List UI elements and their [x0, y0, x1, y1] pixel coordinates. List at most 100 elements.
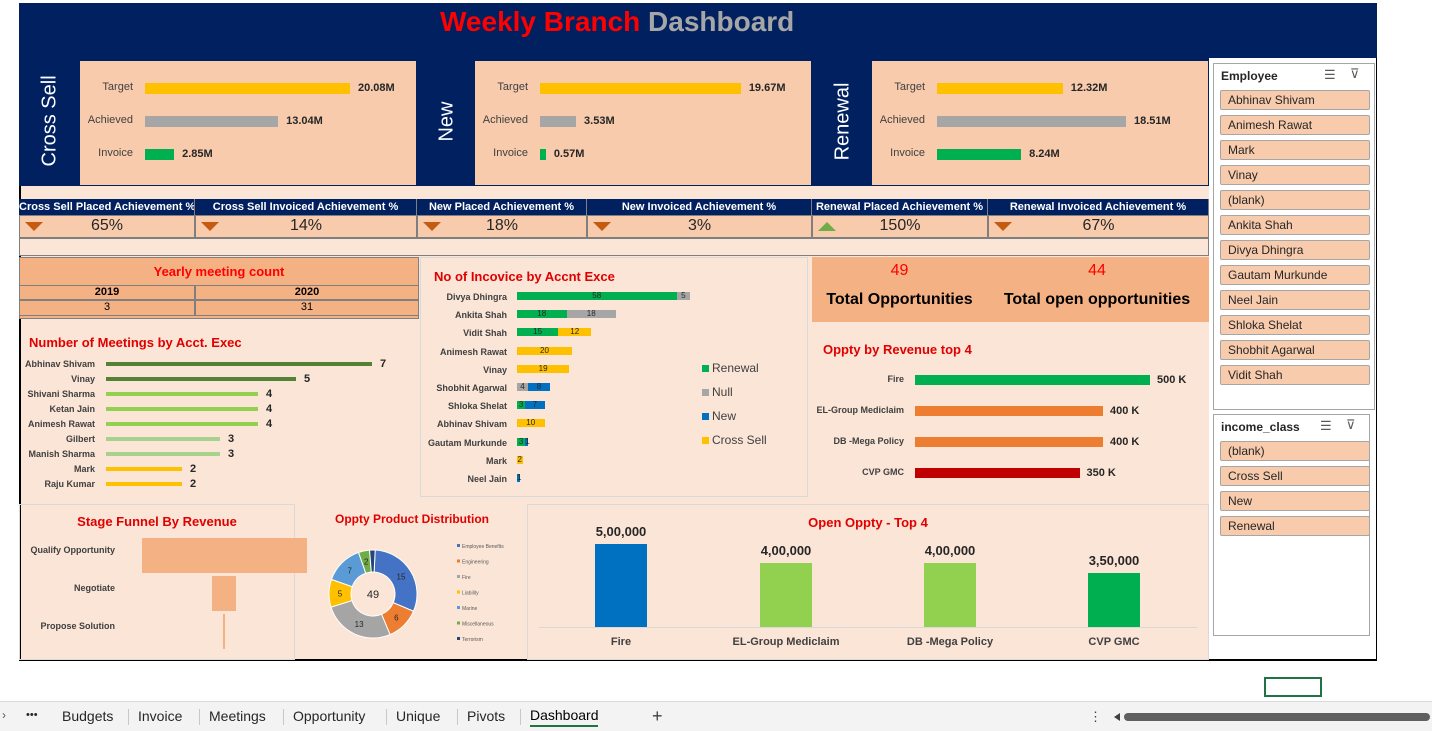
invoice-name: Ankita Shah — [454, 310, 507, 321]
meetings-chart: Abhinav Shivam 7 Vinay 5 Shivani Sharma 4 Keta… — [19, 355, 419, 495]
donut-legend-swatch — [457, 575, 460, 578]
meeting-value: 4 — [266, 418, 273, 430]
oppty-value: 400 K — [1110, 436, 1140, 448]
donut-slice-label: 6 — [394, 613, 399, 622]
add-sheet-icon[interactable]: + — [652, 706, 663, 727]
oppty-name: DB -Mega Policy — [833, 436, 904, 446]
donut-legend-label: Liability — [462, 591, 479, 597]
income-slicer-item[interactable]: New — [1220, 491, 1370, 511]
oppty-value: 500 K — [1157, 374, 1187, 386]
renewal-target-value: 12.32M — [1070, 82, 1108, 94]
tab-separator — [520, 709, 521, 725]
invoice-segment: 2 — [517, 455, 523, 464]
tab-separator — [128, 709, 129, 725]
invoice-segment-label: 18 — [537, 309, 547, 319]
yearly-meeting-title: Yearly meeting count — [153, 264, 285, 279]
tab-pivots[interactable]: Pivots — [467, 708, 505, 724]
employee-slicer-item[interactable]: Gautam Murkunde — [1220, 265, 1370, 285]
tab-unique[interactable]: Unique — [396, 708, 440, 724]
meeting-name: Gilbert — [65, 434, 95, 444]
employee-slicer-item[interactable]: Shobhit Agarwal — [1220, 340, 1370, 360]
tab-invoice[interactable]: Invoice — [138, 708, 182, 724]
meeting-bar — [106, 362, 372, 366]
tab-budgets[interactable]: Budgets — [62, 708, 113, 724]
renewal-achieved-label: Achieved — [879, 114, 925, 126]
top4-value: 5,00,000 — [595, 523, 647, 539]
employee-slicer-item[interactable]: Divya Dhingra — [1220, 240, 1370, 260]
title-part2: Dashboard — [648, 6, 795, 37]
employee-slicer: Employee ☰ ⊽ Abhinav Shivam Animesh Rawat… — [1213, 63, 1375, 410]
meeting-name: Mark — [73, 464, 95, 474]
donut-slice-label: 15 — [397, 572, 406, 581]
income-slicer-item[interactable]: Renewal — [1220, 516, 1370, 536]
oppty-name: Fire — [887, 374, 904, 384]
scrollbar-thumb[interactable] — [1124, 713, 1430, 721]
donut-legend-label: Employee Benefits — [462, 544, 504, 550]
donut-legend-label: Miscellaneous — [462, 622, 494, 628]
oppty-name: CVP GMC — [862, 467, 904, 477]
invoice-segment-label: 3 — [518, 436, 524, 446]
employee-slicer-item[interactable]: Shloka Shelat — [1220, 315, 1370, 335]
funnel-stage-bar — [223, 614, 225, 649]
income-slicer-item[interactable]: (blank) — [1220, 441, 1370, 461]
multi-select-icon[interactable]: ☰ — [1324, 67, 1336, 83]
cross_sell-target-bar — [145, 83, 350, 94]
new-vertical-label: New — [435, 101, 458, 142]
employee-slicer-item[interactable]: Ankita Shah — [1220, 215, 1370, 235]
donut-legend-swatch — [457, 606, 460, 609]
employee-slicer-item[interactable]: Vinay — [1220, 165, 1370, 185]
tab-more-icon[interactable]: ••• — [26, 709, 38, 721]
invoice-segment-label: 1 — [525, 436, 530, 446]
funnel-stage-name: Propose Solution — [40, 621, 115, 631]
income-slicer-item[interactable]: Cross Sell — [1220, 466, 1370, 486]
employee-slicer-item[interactable]: Mark — [1220, 140, 1370, 160]
invoice-name: Vinay — [483, 364, 507, 375]
scroll-left-arrow-icon[interactable] — [1114, 713, 1120, 721]
oppty-name: EL-Group Mediclaim — [816, 405, 904, 415]
selected-cell[interactable] — [1264, 677, 1322, 697]
funnel-title: Stage Funnel By Revenue — [77, 514, 237, 529]
cross_sell-target-value: 20.08M — [358, 82, 395, 94]
employee-slicer-item[interactable]: Abhinav Shivam — [1220, 90, 1370, 110]
kpi-value-2: 18% — [485, 217, 519, 234]
invoice-segment: 7 — [525, 400, 545, 410]
meeting-name: Manish Sharma — [28, 449, 95, 459]
tab-scroll-left-icon[interactable]: › — [2, 708, 6, 722]
invoice-segment-label: 19 — [538, 363, 548, 373]
tab-dashboard[interactable]: Dashboard — [530, 707, 599, 723]
invoice-name: Mark — [485, 455, 507, 466]
employee-slicer-item[interactable]: Vidit Shah — [1220, 365, 1370, 385]
tab-meetings[interactable]: Meetings — [209, 708, 266, 724]
meeting-bar — [106, 482, 182, 486]
donut-legend-label: Marine — [462, 606, 478, 612]
meeting-value: 4 — [266, 388, 273, 400]
new-chart: Target 19.67M Achieved 3.53M Invoice 0.57M — [475, 61, 811, 185]
meeting-value: 2 — [190, 463, 197, 475]
kpi-label-0: Cross Sell Placed Achievement % — [19, 199, 195, 215]
yearly-year-2019: 2019 — [19, 285, 195, 300]
invoice-segment-label: 7 — [532, 400, 538, 410]
invoice-segment-label: 15 — [533, 327, 543, 337]
employee-slicer-item[interactable]: Animesh Rawat — [1220, 115, 1370, 135]
horizontal-scrollbar[interactable] — [1114, 712, 1432, 722]
invoice-segment-label: 8 — [536, 382, 542, 391]
renewal-target-label: Target — [894, 81, 925, 93]
legend-label: Renewal — [712, 361, 759, 375]
invoice-segment: 20 — [517, 346, 572, 355]
clear-filter-icon[interactable]: ⊽ — [1350, 66, 1360, 82]
kpi-value-4: 150% — [879, 217, 921, 234]
meeting-bar — [106, 452, 220, 456]
total-open-label: Total open opportunities — [1003, 291, 1191, 308]
clear-filter-icon[interactable]: ⊽ — [1346, 417, 1356, 433]
legend-label: Cross Sell — [712, 433, 767, 447]
legend-swatch — [702, 437, 709, 444]
tab-options-icon[interactable]: ⋮ — [1089, 709, 1102, 725]
meeting-name: Vinay — [71, 374, 95, 384]
oppty-bar — [915, 406, 1103, 416]
kpi-value-0: 65% — [90, 217, 124, 234]
invoice-segment-label: 1 — [517, 473, 522, 482]
tab-opportunity[interactable]: Opportunity — [293, 708, 365, 724]
multi-select-icon[interactable]: ☰ — [1320, 418, 1332, 434]
employee-slicer-item[interactable]: (blank) — [1220, 190, 1370, 210]
employee-slicer-item[interactable]: Neel Jain — [1220, 290, 1370, 310]
